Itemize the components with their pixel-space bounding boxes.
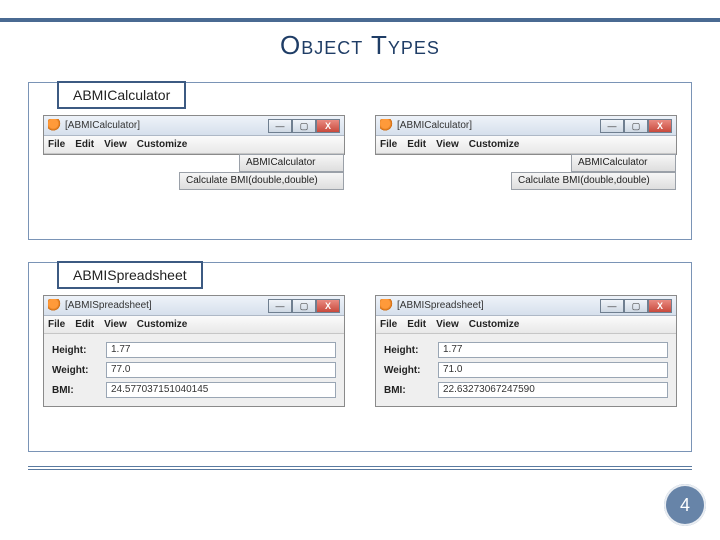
menubar: File Edit View Customize bbox=[44, 316, 344, 334]
spreadsheet-panel-pair: [ABMISpreadsheet] — ▢ X File Edit View C… bbox=[43, 295, 677, 407]
weight-field[interactable]: 71.0 bbox=[438, 362, 668, 378]
bmi-field[interactable]: 24.577037151040145 bbox=[106, 382, 336, 398]
java-icon bbox=[48, 119, 61, 132]
table-row: BMI: 24.577037151040145 bbox=[52, 380, 336, 400]
table-row: Height: 1.77 bbox=[384, 340, 668, 360]
class-dropdown[interactable]: ABMICalculator bbox=[239, 154, 344, 172]
class-dropdown[interactable]: ABMICalculator bbox=[571, 154, 676, 172]
section-spreadsheet: ABMISpreadsheet [ABMISpreadsheet] — ▢ X … bbox=[28, 262, 692, 452]
spreadsheet-window-left: [ABMISpreadsheet] — ▢ X File Edit View C… bbox=[43, 295, 345, 407]
method-dropdown[interactable]: Calculate BMI(double,double) bbox=[179, 172, 344, 190]
height-label: Height: bbox=[52, 345, 100, 356]
menu-view[interactable]: View bbox=[436, 319, 459, 330]
accent-bar bbox=[0, 18, 720, 22]
menu-view[interactable]: View bbox=[104, 139, 127, 150]
window-controls: — ▢ X bbox=[268, 299, 340, 313]
bmi-field[interactable]: 22.63273067247590 bbox=[438, 382, 668, 398]
spreadsheet-window-right: [ABMISpreadsheet] — ▢ X File Edit View C… bbox=[375, 295, 677, 407]
menubar: File Edit View Customize bbox=[376, 316, 676, 334]
calculator-window-left: [ABMICalculator] — ▢ X File Edit View Cu… bbox=[43, 115, 345, 155]
weight-label: Weight: bbox=[384, 365, 432, 376]
menu-file[interactable]: File bbox=[48, 139, 65, 150]
height-label: Height: bbox=[384, 345, 432, 356]
titlebar: [ABMISpreadsheet] — ▢ X bbox=[376, 296, 676, 316]
java-icon bbox=[380, 119, 393, 132]
table-row: Height: 1.77 bbox=[52, 340, 336, 360]
close-button[interactable]: X bbox=[316, 299, 340, 313]
java-icon bbox=[48, 299, 61, 312]
window-controls: — ▢ X bbox=[600, 299, 672, 313]
client-area: Height: 1.77 Weight: 71.0 BMI: 22.632730… bbox=[376, 334, 676, 406]
calculator-panel-pair: [ABMICalculator] — ▢ X File Edit View Cu… bbox=[43, 115, 677, 155]
menu-customize[interactable]: Customize bbox=[469, 139, 520, 150]
method-dropdown[interactable]: Calculate BMI(double,double) bbox=[511, 172, 676, 190]
calculator-window-right: [ABMICalculator] — ▢ X File Edit View Cu… bbox=[375, 115, 677, 155]
menu-view[interactable]: View bbox=[104, 319, 127, 330]
weight-field[interactable]: 77.0 bbox=[106, 362, 336, 378]
weight-label: Weight: bbox=[52, 365, 100, 376]
height-field[interactable]: 1.77 bbox=[438, 342, 668, 358]
close-button[interactable]: X bbox=[648, 119, 672, 133]
menubar: File Edit View Customize bbox=[376, 136, 676, 154]
titlebar: [ABMISpreadsheet] — ▢ X bbox=[44, 296, 344, 316]
minimize-button[interactable]: — bbox=[268, 119, 292, 133]
maximize-button[interactable]: ▢ bbox=[624, 299, 648, 313]
minimize-button[interactable]: — bbox=[600, 299, 624, 313]
minimize-button[interactable]: — bbox=[268, 299, 292, 313]
menu-edit[interactable]: Edit bbox=[75, 139, 94, 150]
section-label-calculator: ABMICalculator bbox=[57, 81, 186, 109]
java-icon bbox=[380, 299, 393, 312]
height-field[interactable]: 1.77 bbox=[106, 342, 336, 358]
table-row: Weight: 71.0 bbox=[384, 360, 668, 380]
titlebar: [ABMICalculator] — ▢ X bbox=[44, 116, 344, 136]
close-button[interactable]: X bbox=[316, 119, 340, 133]
client-area: Height: 1.77 Weight: 77.0 BMI: 24.577037… bbox=[44, 334, 344, 406]
menu-edit[interactable]: Edit bbox=[407, 319, 426, 330]
minimize-button[interactable]: — bbox=[600, 119, 624, 133]
window-title: [ABMICalculator] bbox=[65, 120, 264, 131]
titlebar: [ABMICalculator] — ▢ X bbox=[376, 116, 676, 136]
menu-file[interactable]: File bbox=[380, 319, 397, 330]
close-button[interactable]: X bbox=[648, 299, 672, 313]
section-calculator: ABMICalculator [ABMICalculator] — ▢ X Fi… bbox=[28, 82, 692, 240]
window-controls: — ▢ X bbox=[600, 119, 672, 133]
menubar: File Edit View Customize bbox=[44, 136, 344, 154]
menu-file[interactable]: File bbox=[48, 319, 65, 330]
menu-view[interactable]: View bbox=[436, 139, 459, 150]
page-title: Object Types bbox=[0, 30, 720, 61]
menu-edit[interactable]: Edit bbox=[407, 139, 426, 150]
footer-rule bbox=[28, 466, 692, 470]
menu-edit[interactable]: Edit bbox=[75, 319, 94, 330]
bmi-label: BMI: bbox=[52, 385, 100, 396]
menu-customize[interactable]: Customize bbox=[137, 319, 188, 330]
window-title: [ABMICalculator] bbox=[397, 120, 596, 131]
table-row: Weight: 77.0 bbox=[52, 360, 336, 380]
menu-customize[interactable]: Customize bbox=[469, 319, 520, 330]
bmi-label: BMI: bbox=[384, 385, 432, 396]
maximize-button[interactable]: ▢ bbox=[624, 119, 648, 133]
maximize-button[interactable]: ▢ bbox=[292, 299, 316, 313]
table-row: BMI: 22.63273067247590 bbox=[384, 380, 668, 400]
maximize-button[interactable]: ▢ bbox=[292, 119, 316, 133]
window-controls: — ▢ X bbox=[268, 119, 340, 133]
menu-file[interactable]: File bbox=[380, 139, 397, 150]
page-number: 4 bbox=[664, 484, 706, 526]
menu-customize[interactable]: Customize bbox=[137, 139, 188, 150]
window-title: [ABMISpreadsheet] bbox=[65, 300, 264, 311]
section-label-spreadsheet: ABMISpreadsheet bbox=[57, 261, 203, 289]
window-title: [ABMISpreadsheet] bbox=[397, 300, 596, 311]
